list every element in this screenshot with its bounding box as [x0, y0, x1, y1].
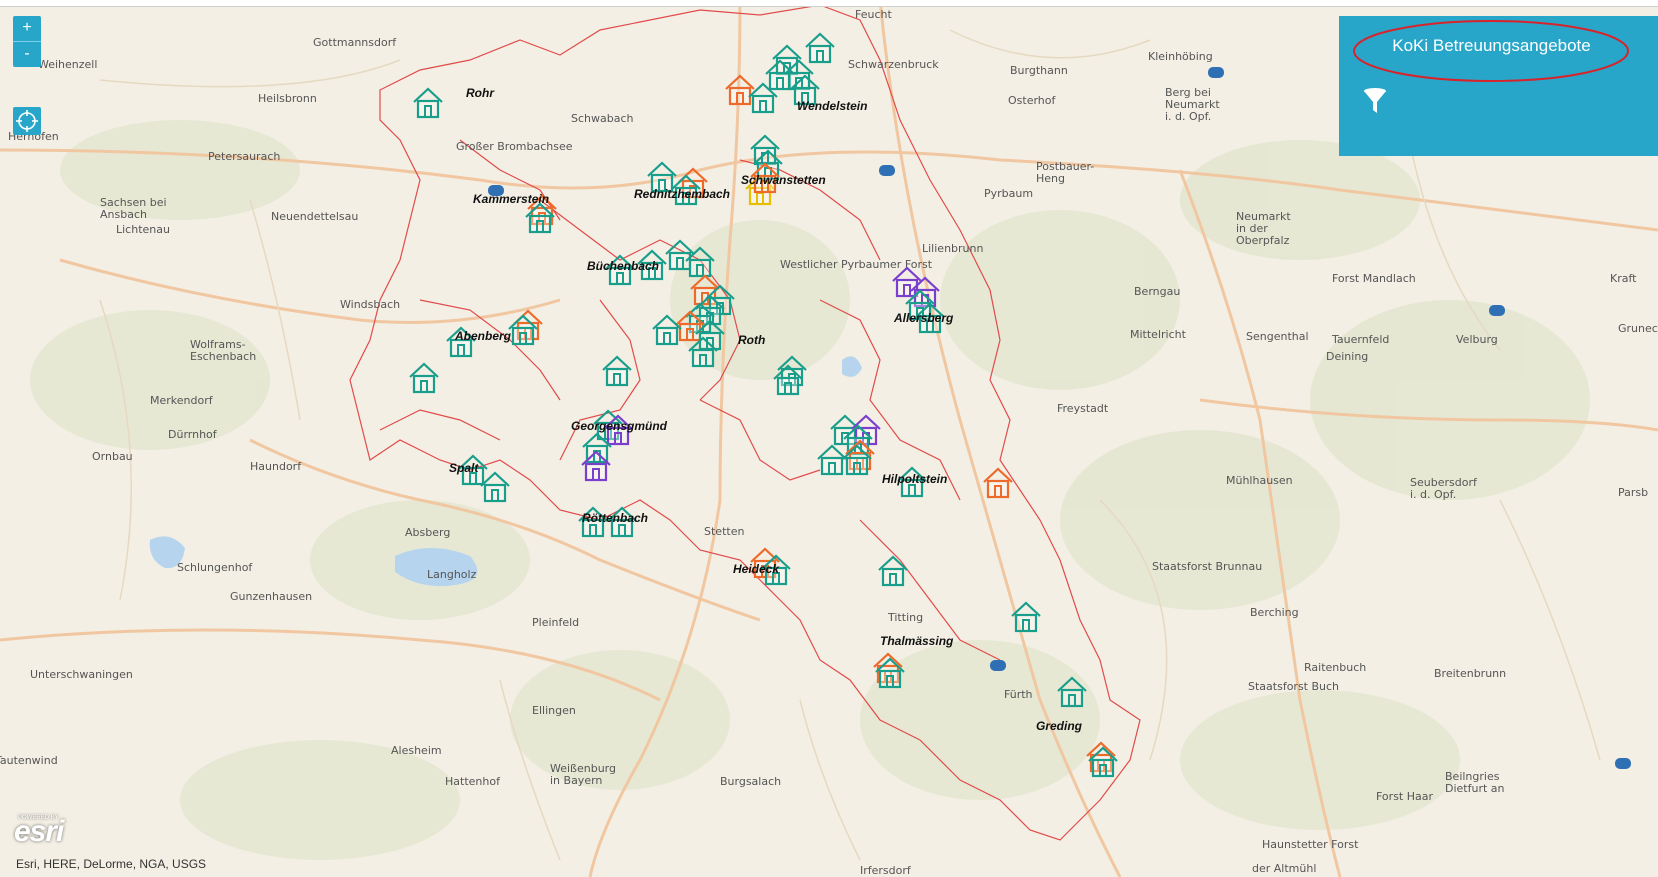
map-label: Burgthann: [1010, 64, 1068, 77]
map-label: i. d. Opf.: [1165, 110, 1211, 123]
map-label: Haundorf: [250, 460, 302, 473]
filter-funnel-icon[interactable]: [1361, 86, 1389, 118]
map-label: Berngau: [1134, 285, 1180, 298]
top-strip: [0, 0, 1658, 7]
locate-button[interactable]: [13, 107, 41, 135]
place-label: Wendelstein: [797, 99, 867, 113]
map-label: Irfersdorf: [860, 864, 912, 877]
map-label: Burgsalach: [720, 775, 781, 788]
map-label: Großer Brombachsee: [456, 140, 573, 153]
map-label: Velburg: [1456, 333, 1498, 346]
map-label: Mühlhausen: [1226, 474, 1293, 487]
map-label: Freystadt: [1057, 402, 1109, 415]
place-label: Hilpoltstein: [882, 472, 947, 486]
place-label: Abenberg: [454, 329, 512, 343]
map-label: Staatsforst Brunnau: [1152, 560, 1262, 573]
map-label: Pyrbaum: [984, 187, 1033, 200]
map-label: Mittelricht: [1130, 328, 1187, 341]
map-label: Parsb: [1618, 486, 1648, 499]
place-label: Spalt: [449, 461, 479, 475]
map-label: Breitenbrunn: [1434, 667, 1506, 680]
map-label: Hattenhof: [445, 775, 501, 788]
map-label: Kleinhöbing: [1148, 50, 1213, 63]
map-label: Stetten: [704, 525, 744, 538]
map-label: i. d. Opf.: [1410, 488, 1456, 501]
map-label: Lilienbrunn: [922, 242, 983, 255]
map-label: Forst Mandlach: [1332, 272, 1416, 285]
place-label: Roth: [738, 333, 765, 347]
map-label: Neuendettelsau: [271, 210, 358, 223]
map-label: Deining: [1326, 350, 1368, 363]
map-label: Absberg: [405, 526, 450, 539]
map-label: Schwarzenbruck: [848, 58, 939, 71]
map-label: Alesheim: [391, 744, 442, 757]
map-label: Schlungenhof: [177, 561, 253, 574]
place-label: Rednitzhembach: [634, 187, 730, 201]
map-label: Ornbau: [92, 450, 133, 463]
map-label: Dietfurt an: [1445, 782, 1505, 795]
map-label: Weihenzell: [38, 58, 97, 71]
map-label: in Bayern: [550, 774, 602, 787]
map-attribution: Esri, HERE, DeLorme, NGA, USGS: [16, 857, 207, 871]
map-label: Ansbach: [100, 208, 147, 221]
panel-title[interactable]: KoKi Betreuungsangebote: [1339, 36, 1644, 56]
map-label: Petersaurach: [208, 150, 280, 163]
map-label: Tautenwind: [0, 754, 58, 767]
map-label: Windsbach: [340, 298, 400, 311]
map-label: Langholz: [427, 568, 477, 581]
map-label: Osterhof: [1008, 94, 1057, 107]
map-label: Eschenbach: [190, 350, 256, 363]
map-label: Gruneck: [1618, 322, 1658, 335]
map-label: Unterschwaningen: [30, 668, 133, 681]
map-label: Pleinfeld: [532, 616, 579, 629]
place-label: Röttenbach: [582, 511, 648, 525]
place-label: Heideck: [733, 562, 780, 576]
map-label: Fürth: [1004, 688, 1033, 701]
esri-logo: esri: [14, 815, 64, 848]
map-label: Haunstetter Forst: [1262, 838, 1359, 851]
map-label: Tauernfeld: [1331, 333, 1389, 346]
map-label: Berching: [1250, 606, 1299, 619]
locate-crosshair-icon: [16, 110, 38, 132]
map-label: Raitenbuch: [1304, 661, 1366, 674]
map-label: Heng: [1036, 172, 1065, 185]
map-label: Westlicher Pyrbaumer Forst: [780, 258, 933, 271]
map-label: Lichtenau: [116, 223, 170, 236]
map-label: Merkendorf: [150, 394, 214, 407]
map-label: Gunzenhausen: [230, 590, 312, 603]
map-label: Kraft: [1610, 272, 1637, 285]
zoom-out-button[interactable]: -: [13, 42, 41, 67]
place-label: Büchenbach: [587, 259, 659, 273]
zoom-in-button[interactable]: +: [13, 16, 41, 41]
map-label: Sengenthal: [1246, 330, 1309, 343]
place-label: Rohr: [466, 86, 495, 100]
place-label: Kammerstein: [473, 192, 549, 206]
map-label: der Altmühl: [1252, 862, 1316, 875]
offers-panel: KoKi Betreuungsangebote: [1339, 16, 1658, 156]
map-label: Titting: [887, 611, 923, 624]
map-label: Forst Haar: [1376, 790, 1433, 803]
map-label: Ellingen: [532, 704, 576, 717]
map-label: Feucht: [855, 8, 892, 21]
place-label: Allersberg: [893, 311, 954, 325]
map-label: Oberpfalz: [1236, 234, 1290, 247]
map-label: Gottmannsdorf: [313, 36, 397, 49]
map-label: Schwabach: [571, 112, 634, 125]
place-label: Thalmässing: [880, 634, 954, 648]
map-label: Heilsbronn: [258, 92, 317, 105]
map-label: Dürrnhof: [168, 428, 218, 441]
map-label: Staatsforst Buch: [1248, 680, 1339, 693]
place-label: Georgensgmünd: [571, 419, 668, 433]
place-label: Schwanstetten: [741, 173, 826, 187]
zoom-control: + -: [13, 16, 41, 67]
place-label: Greding: [1036, 719, 1083, 733]
